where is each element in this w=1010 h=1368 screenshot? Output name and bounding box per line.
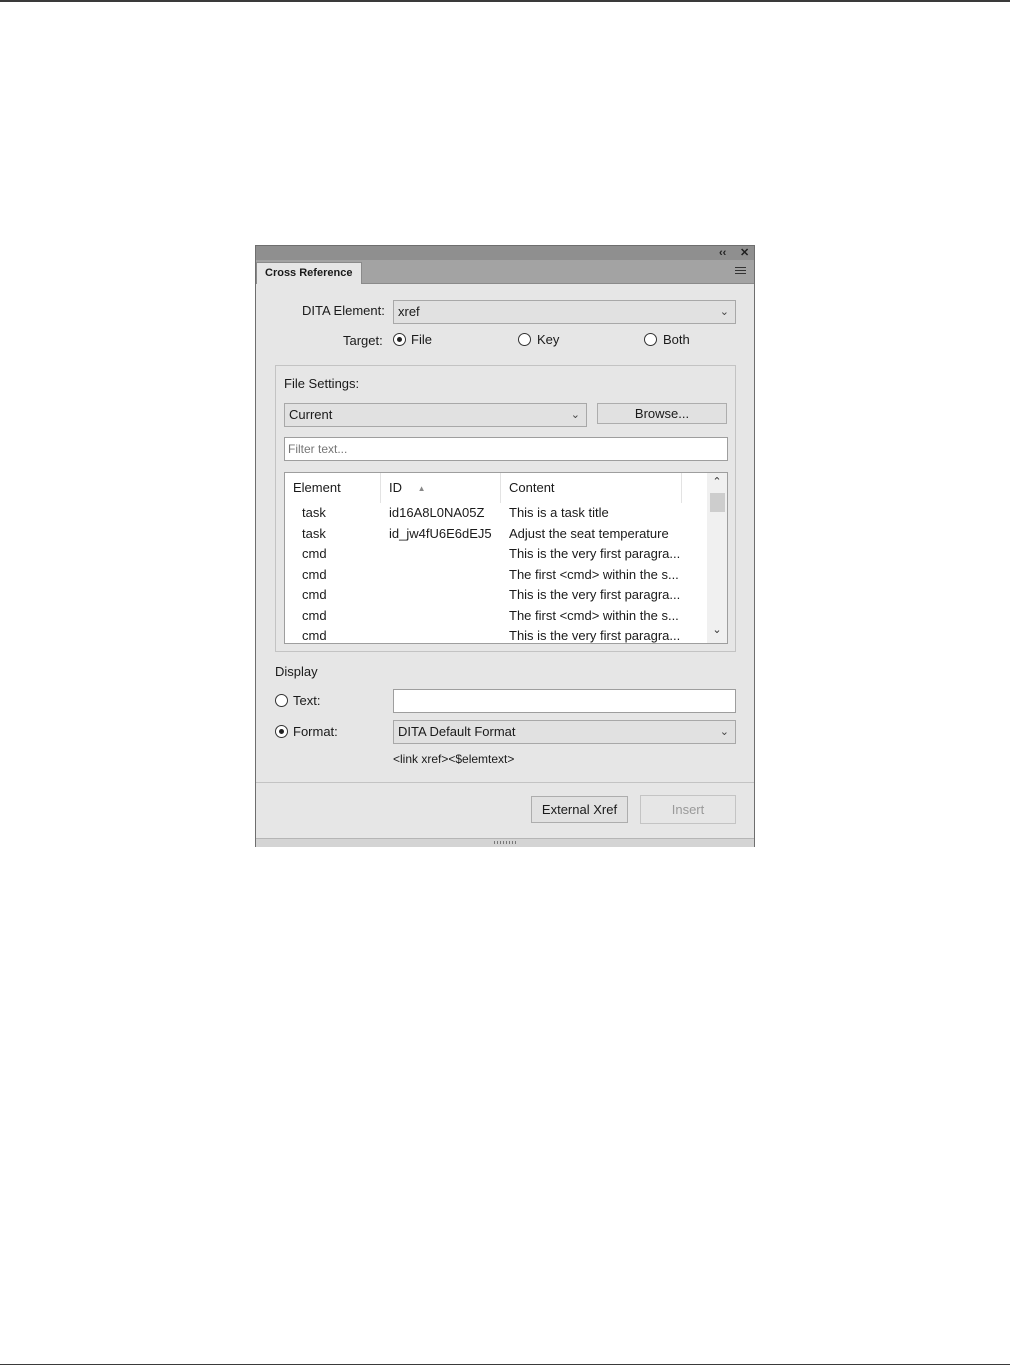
format-dropdown[interactable]: DITA Default Format ⌄ <box>393 720 736 744</box>
list-item[interactable]: task id_jw4fU6E6dEJ5 Adjust the seat tempe… <box>285 524 705 544</box>
double-chevron-left-icon[interactable]: ‹‹ <box>719 246 726 260</box>
panel-title-bar: ‹‹ ✕ <box>256 246 754 260</box>
list-item[interactable]: cmd The first <cmd> within the s... <box>285 606 705 626</box>
filter-text-input[interactable] <box>284 437 728 461</box>
column-header-id-label: ID <box>389 480 402 495</box>
target-label: Target: <box>343 333 383 348</box>
row-element: cmd <box>302 587 327 602</box>
target-key-radio[interactable] <box>518 333 531 346</box>
sort-ascending-icon: ▲ <box>417 483 426 493</box>
list-scrollbar[interactable]: ⌃ ⌄ <box>707 473 727 643</box>
file-source-value: Current <box>289 407 333 422</box>
format-preview: <link xref><$elemtext> <box>393 752 515 766</box>
column-header-id[interactable]: ID ▲ <box>381 473 501 503</box>
file-source-dropdown[interactable]: Current ⌄ <box>284 403 587 427</box>
row-content: The first <cmd> within the s... <box>509 566 679 582</box>
file-settings-label: File Settings: <box>284 376 360 391</box>
cross-reference-panel: ‹‹ ✕ Cross Reference DITA Element: xref … <box>255 245 755 847</box>
row-content: Adjust the seat temperature <box>509 525 669 541</box>
row-id: id16A8L0NA05Z <box>389 505 485 520</box>
dita-element-dropdown[interactable]: xref ⌄ <box>393 300 736 324</box>
row-content: This is the very first paragra... <box>509 546 681 561</box>
chevron-down-icon: ⌄ <box>719 306 729 318</box>
close-icon[interactable]: ✕ <box>740 246 749 260</box>
target-both-label: Both <box>663 332 690 347</box>
display-text-radio[interactable] <box>275 694 288 707</box>
display-text-label: Text: <box>293 693 321 708</box>
row-element: cmd <box>302 607 327 623</box>
target-both-radio[interactable] <box>644 333 657 346</box>
format-value: DITA Default Format <box>398 724 516 739</box>
chevron-down-icon: ⌄ <box>719 726 729 738</box>
row-content: This is the very first paragra... <box>509 628 681 643</box>
row-content: This is the very first paragra... <box>509 587 681 602</box>
external-xref-button[interactable]: External Xref <box>531 796 628 823</box>
panel-tab-row: Cross Reference <box>256 260 754 284</box>
column-header-element[interactable]: Element <box>285 473 381 503</box>
target-file-radio[interactable] <box>393 333 406 346</box>
column-header-content[interactable]: Content <box>501 473 682 503</box>
resize-grip[interactable] <box>256 838 754 847</box>
display-format-radio[interactable] <box>275 725 288 738</box>
dita-element-label: DITA Element: <box>302 303 385 318</box>
row-element: cmd <box>302 628 327 643</box>
row-element: task <box>302 525 326 541</box>
list-item[interactable]: cmd This is the very first paragra... <box>285 544 705 564</box>
dita-element-value: xref <box>398 304 420 319</box>
row-element: cmd <box>302 546 327 561</box>
row-element: task <box>302 505 326 520</box>
row-content: This is a task title <box>509 505 609 520</box>
display-format-label: Format: <box>293 724 338 739</box>
page-top-rule <box>0 0 1010 2</box>
scroll-up-icon[interactable]: ⌃ <box>707 475 727 488</box>
list-item[interactable]: task id16A8L0NA05Z This is a task title <box>285 503 705 523</box>
target-file-label: File <box>411 332 432 347</box>
element-list[interactable]: Element ID ▲ Content task id16A8L0NA05Z Th… <box>284 472 728 644</box>
grip-icon <box>494 841 518 844</box>
tab-cross-reference[interactable]: Cross Reference <box>256 262 362 284</box>
target-key-label: Key <box>537 332 560 347</box>
panel-menu-icon[interactable] <box>735 267 746 276</box>
display-label: Display <box>275 664 318 679</box>
list-item[interactable]: cmd This is the very first paragra... <box>285 585 705 605</box>
divider <box>256 782 754 783</box>
row-element: cmd <box>302 566 327 582</box>
page-bottom-rule <box>0 1364 1010 1365</box>
row-id: id_jw4fU6E6dEJ5 <box>389 525 492 541</box>
scroll-thumb[interactable] <box>710 493 725 512</box>
row-content: The first <cmd> within the s... <box>509 607 679 623</box>
list-item[interactable]: cmd The first <cmd> within the s... <box>285 565 705 585</box>
scroll-down-icon[interactable]: ⌄ <box>707 623 727 636</box>
chevron-down-icon: ⌄ <box>570 409 580 421</box>
display-text-input[interactable] <box>393 689 736 713</box>
insert-button[interactable]: Insert <box>640 795 736 824</box>
list-item[interactable]: cmd This is the very first paragra... <box>285 626 705 643</box>
browse-button[interactable]: Browse... <box>597 403 727 424</box>
